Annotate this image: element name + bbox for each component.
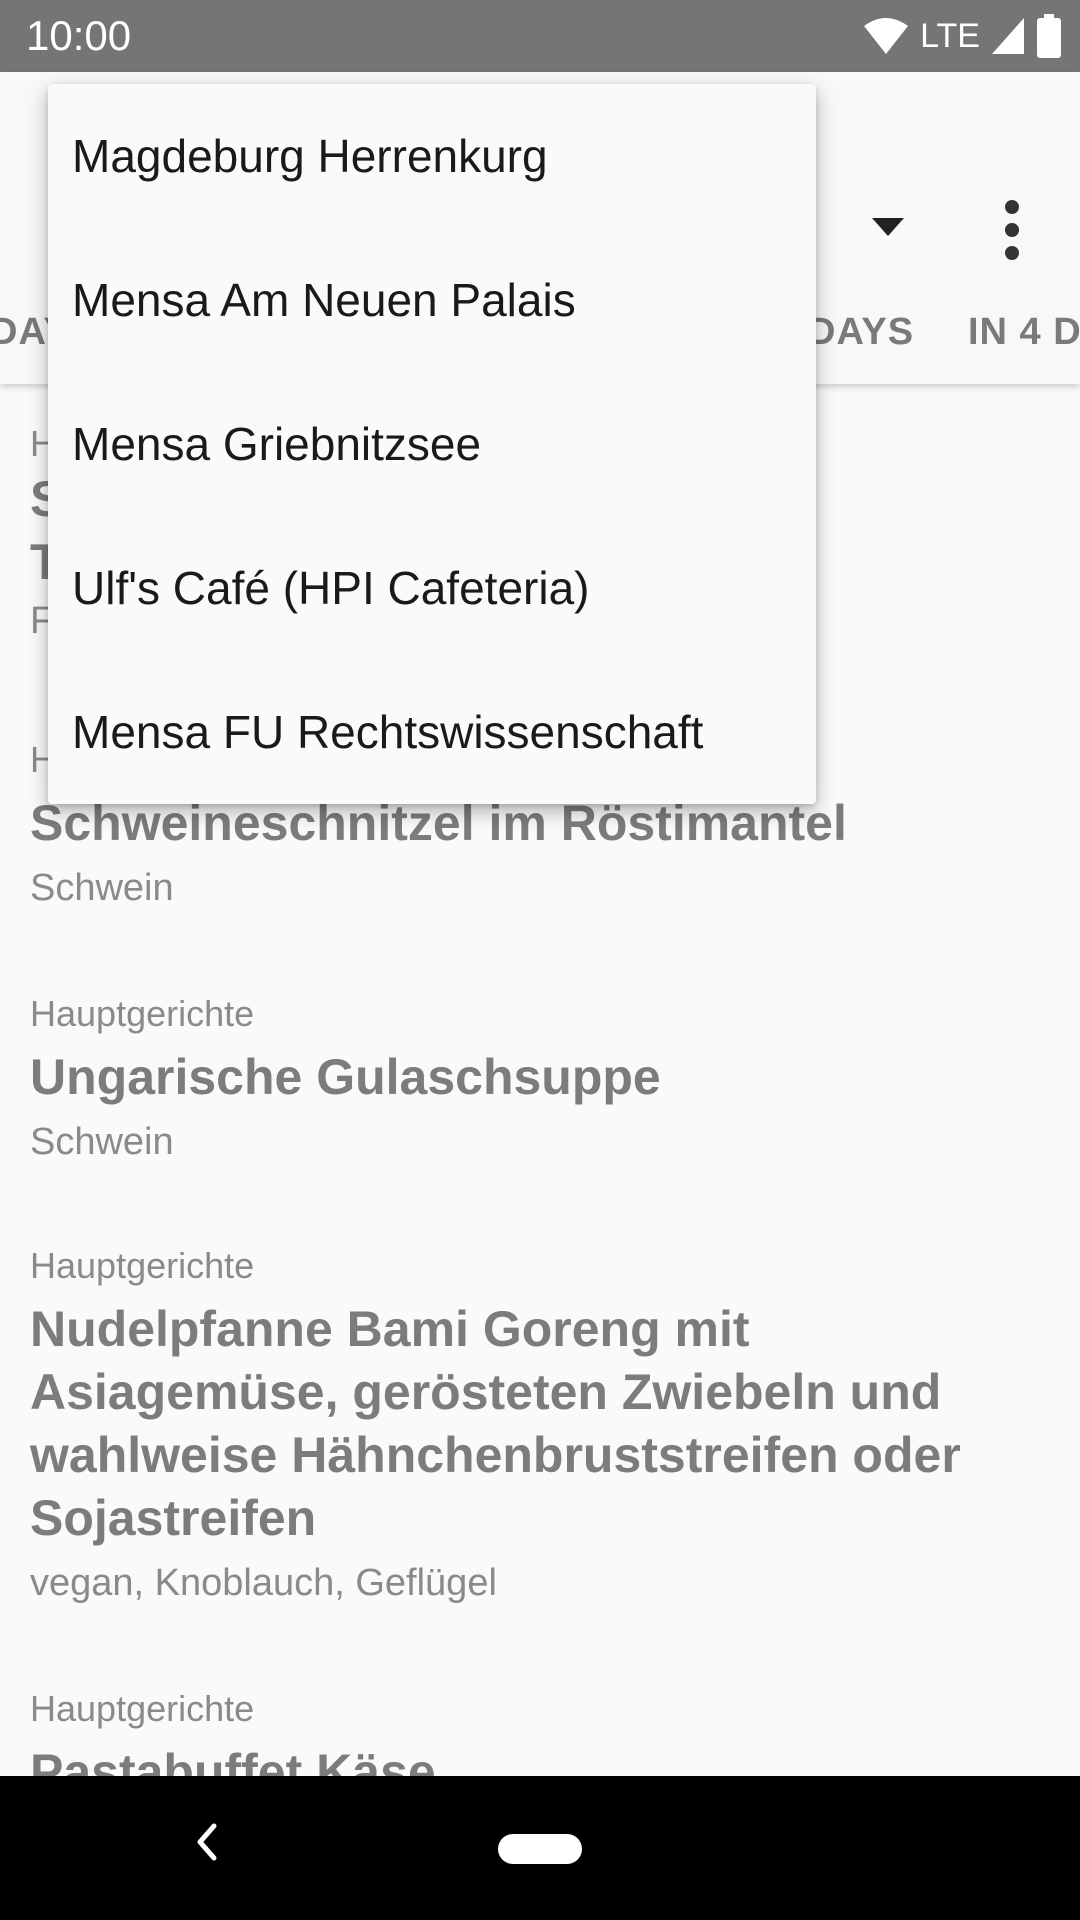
menu-item-mensa-fu-rechtswissenschaft[interactable]: Mensa FU Rechtswissenschaft bbox=[48, 660, 816, 804]
status-bar: 10:00 LTE bbox=[0, 0, 1080, 72]
overflow-menu-icon[interactable] bbox=[995, 200, 1031, 260]
menu-item-mensa-am-neuen-palais[interactable]: Mensa Am Neuen Palais bbox=[48, 228, 816, 372]
signal-icon bbox=[992, 18, 1024, 54]
wifi-icon bbox=[864, 18, 909, 54]
meal-item[interactable]: Hauptgerichte Nudelpfanne Bami Goreng mi… bbox=[30, 1244, 1050, 1606]
navigation-bar bbox=[0, 1776, 1080, 1920]
back-icon[interactable] bbox=[194, 1822, 218, 1862]
network-type-label: LTE bbox=[920, 17, 980, 55]
menu-item-mensa-griebnitzsee[interactable]: Mensa Griebnitzsee bbox=[48, 372, 816, 516]
meal-title: Nudelpfanne Bami Goreng mit Asiagemüse, … bbox=[30, 1301, 961, 1546]
meal-item[interactable]: Hauptgerichte Pastabuffet Käse bbox=[30, 1687, 1050, 1776]
tab-in-days[interactable]: DAYS bbox=[808, 282, 914, 382]
meal-tags: vegan, Knoblauch, Geflügel bbox=[30, 1562, 497, 1604]
status-time: 10:00 bbox=[26, 12, 132, 59]
meal-category: Hauptgerichte bbox=[30, 1688, 255, 1729]
battery-icon bbox=[1037, 14, 1061, 58]
status-icons: LTE bbox=[862, 12, 1062, 60]
meal-title: Pastabuffet Käse bbox=[30, 1744, 436, 1776]
home-pill-icon[interactable] bbox=[498, 1834, 582, 1864]
meal-title: Ungarische Gulaschsuppe bbox=[30, 1049, 661, 1105]
meal-category: Hauptgerichte bbox=[30, 1245, 255, 1286]
meal-category: Hauptgerichte bbox=[30, 993, 255, 1034]
meal-tags: Schwein bbox=[30, 867, 174, 909]
canteen-dropdown-menu: Magdeburg Herrenkurg Mensa Am Neuen Pala… bbox=[48, 84, 816, 804]
tab-in-4-days[interactable]: IN 4 D bbox=[968, 282, 1080, 382]
menu-item-magdeburg-herrenkurg[interactable]: Magdeburg Herrenkurg bbox=[48, 84, 816, 228]
meal-item[interactable]: Hauptgerichte Ungarische Gulaschsuppe Sc… bbox=[30, 992, 1050, 1165]
dropdown-arrow-icon[interactable] bbox=[872, 218, 904, 236]
menu-item-ulfs-cafe[interactable]: Ulf's Café (HPI Cafeteria) bbox=[48, 516, 816, 660]
meal-tags: Schwein bbox=[30, 1121, 174, 1163]
